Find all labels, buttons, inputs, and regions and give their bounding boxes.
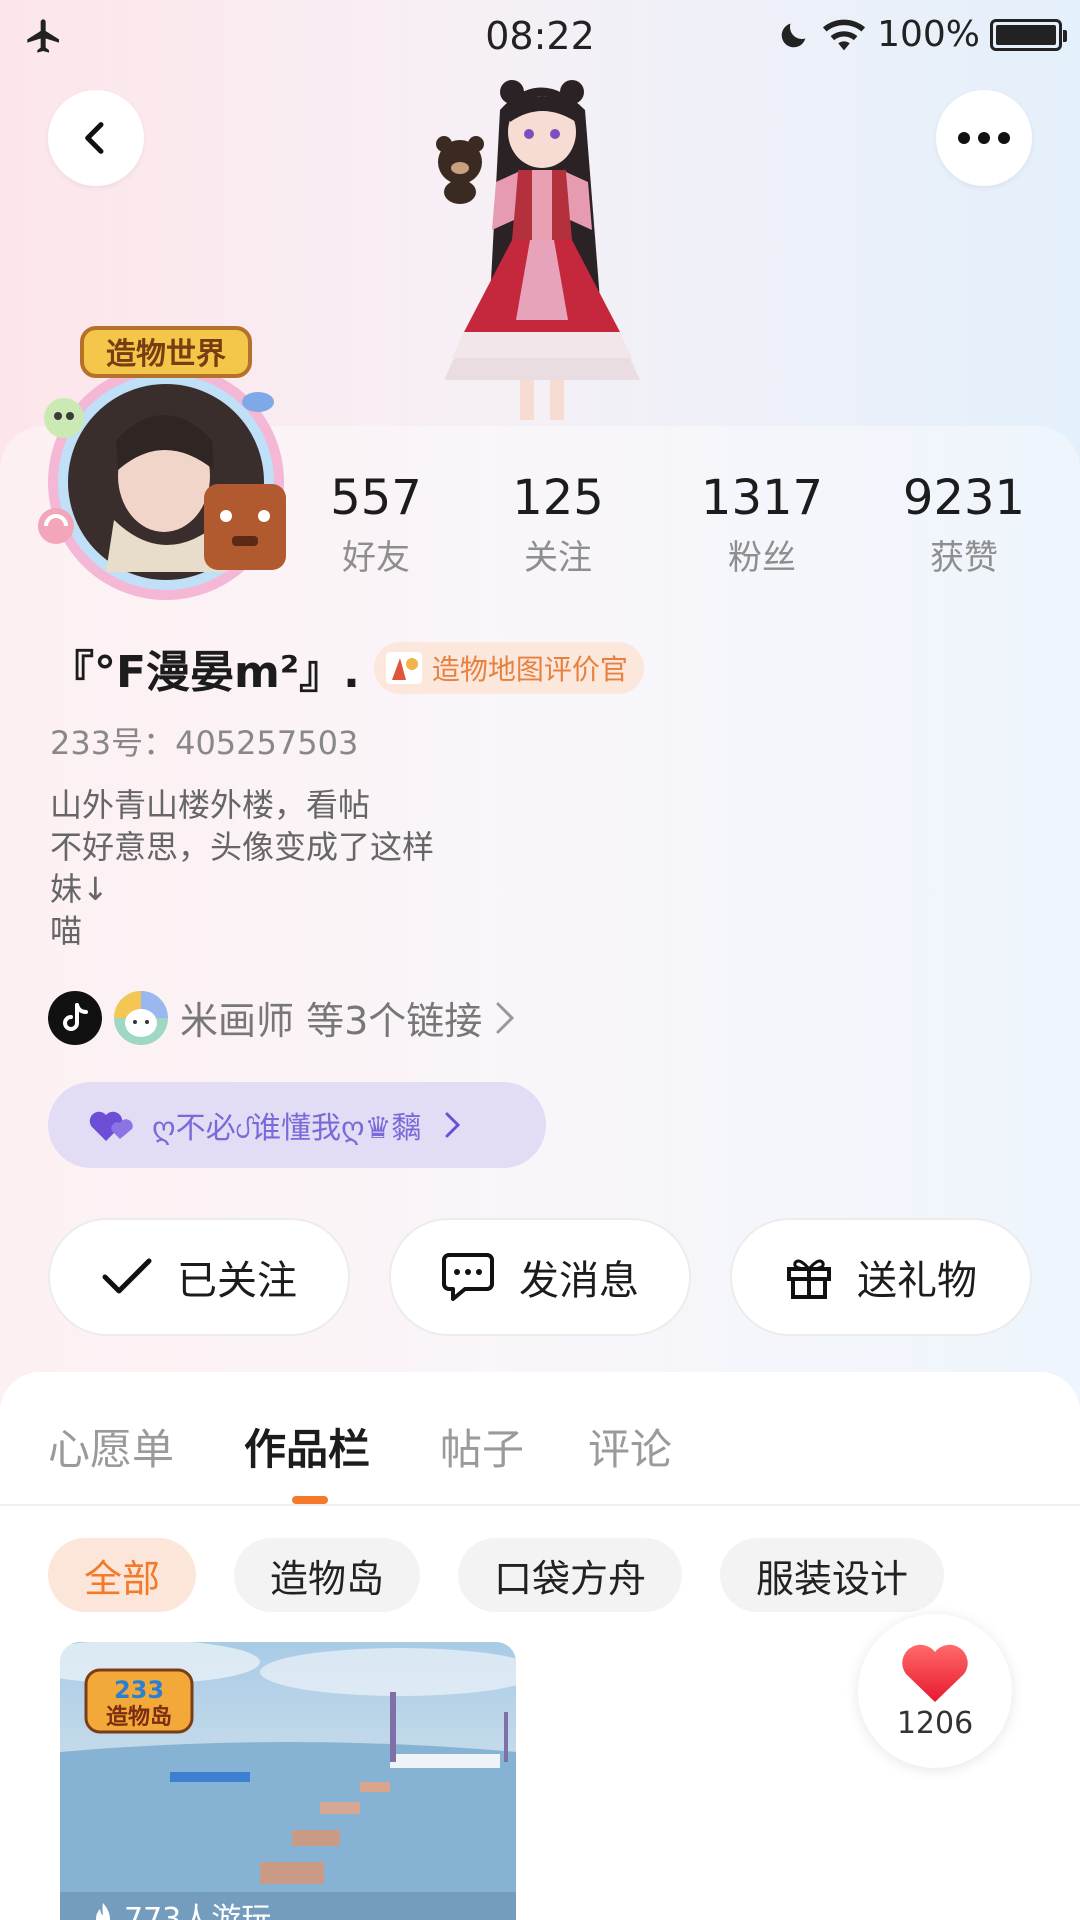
like-button[interactable]: 1206	[858, 1614, 1012, 1768]
followed-label: 已关注	[177, 1258, 297, 1304]
chevron-left-icon	[85, 122, 104, 154]
fan-tag-text: ღ不必ᦔ谁懂我ღ♛黐	[152, 1110, 422, 1146]
avatar-frame-title: 造物世界	[106, 337, 226, 372]
back-button[interactable]	[48, 90, 144, 186]
title-badge[interactable]: 造物地图评价官	[373, 642, 644, 694]
bio: 山外青山楼外楼，看帖 不好意思，头像变成了这样 妹↓ 喵	[50, 784, 434, 952]
stat-likes[interactable]: 9231 获赞	[884, 470, 1044, 579]
work-logo-top: 233	[114, 1676, 164, 1704]
tab-bar: 心愿单 作品栏 帖子 评论	[0, 1372, 1080, 1506]
chip-costume-design[interactable]: 服装设计	[720, 1538, 945, 1612]
message-label: 发消息	[519, 1258, 639, 1304]
chip-pocket-ark[interactable]: 口袋方舟	[458, 1538, 683, 1612]
bio-line: 喵	[50, 912, 83, 950]
stat-value: 557	[330, 470, 422, 526]
play-count-text: 773人游玩	[124, 1902, 272, 1920]
gift-button[interactable]: 送礼物	[730, 1218, 1032, 1336]
badge-text: 造物地图评价官	[431, 653, 628, 686]
tiktok-icon	[48, 990, 102, 1045]
fan-group-tag[interactable]: ღ不必ᦔ谁懂我ღ♛黐	[48, 1082, 546, 1168]
avatar-frame: 造物世界	[38, 326, 286, 600]
filter-chips: 全部 造物岛 口袋方舟 服装设计	[48, 1538, 945, 1612]
user-name: 『°F漫晏m²』.	[50, 647, 360, 698]
profile-page: 08:22 100% 造物世界 557 好友 125 关注 1317 粉丝 92…	[0, 0, 1080, 1920]
moon-icon	[781, 23, 806, 47]
wifi-icon	[822, 19, 866, 50]
chevron-right-icon	[445, 1112, 461, 1138]
heart-icon	[89, 1111, 133, 1141]
active-tab-indicator	[292, 1496, 328, 1504]
tab-wishlist[interactable]: 心愿单	[48, 1416, 174, 1477]
check-icon	[102, 1258, 152, 1294]
more-dots-icon	[958, 132, 1010, 144]
links-text: 米画师 等3个链接	[180, 999, 483, 1043]
name-row: 『°F漫晏m²』. 造物地图评价官	[50, 636, 644, 700]
heart-icon	[902, 1644, 968, 1702]
work-card[interactable]: 233 造物岛 773人游玩	[60, 1642, 516, 1920]
gift-icon	[787, 1259, 831, 1299]
user-id[interactable]: 233号：405257503	[50, 718, 358, 764]
chevron-right-icon	[496, 1002, 515, 1033]
flame-icon	[96, 1903, 110, 1920]
like-count: 1206	[896, 1705, 974, 1741]
followed-button[interactable]: 已关注	[48, 1218, 350, 1336]
battery-percent: 100%	[877, 14, 980, 55]
profile-actions: 已关注 发消息 送礼物	[48, 1218, 1032, 1336]
work-logo-bottom: 造物岛	[106, 1704, 172, 1730]
play-count: 773人游玩	[90, 1894, 271, 1920]
avatar-character-illustration	[436, 80, 640, 420]
bio-line: 妹↓	[50, 870, 109, 908]
work-card-thumbnail: 233 造物岛	[60, 1642, 516, 1920]
battery-icon	[990, 18, 1067, 51]
tab-comments[interactable]: 评论	[588, 1416, 672, 1477]
stat-label: 好友	[342, 538, 410, 578]
status-right: 100%	[777, 14, 1067, 55]
stat-label: 关注	[524, 538, 592, 578]
tab-works[interactable]: 作品栏	[244, 1416, 370, 1477]
external-links[interactable]: 米画师 等3个链接	[48, 990, 516, 1045]
mihuashi-icon	[114, 990, 168, 1045]
stat-value: 9231	[902, 470, 1026, 526]
bio-line: 不好意思，头像变成了这样	[50, 828, 435, 866]
chip-all[interactable]: 全部	[48, 1538, 197, 1612]
bio-line: 山外青山楼外楼，看帖	[50, 786, 371, 824]
tab-posts[interactable]: 帖子	[440, 1416, 524, 1477]
stat-friends[interactable]: 557 好友	[296, 470, 456, 579]
stat-following[interactable]: 125 关注	[478, 470, 638, 579]
status-bar: 08:22 100%	[0, 0, 1080, 74]
message-button[interactable]: 发消息	[389, 1218, 691, 1336]
avatar[interactable]: 造物世界	[36, 320, 296, 600]
more-options-button[interactable]	[936, 90, 1032, 186]
gift-label: 送礼物	[857, 1258, 977, 1304]
stat-label: 粉丝	[728, 538, 796, 578]
badge-icon	[385, 652, 422, 684]
chip-creation-island[interactable]: 造物岛	[234, 1538, 421, 1612]
stat-value: 125	[512, 470, 604, 526]
stat-value: 1317	[700, 470, 824, 526]
stat-fans[interactable]: 1317 粉丝	[682, 470, 842, 579]
stat-label: 获赞	[930, 538, 998, 578]
chat-bubble-icon	[442, 1253, 494, 1301]
